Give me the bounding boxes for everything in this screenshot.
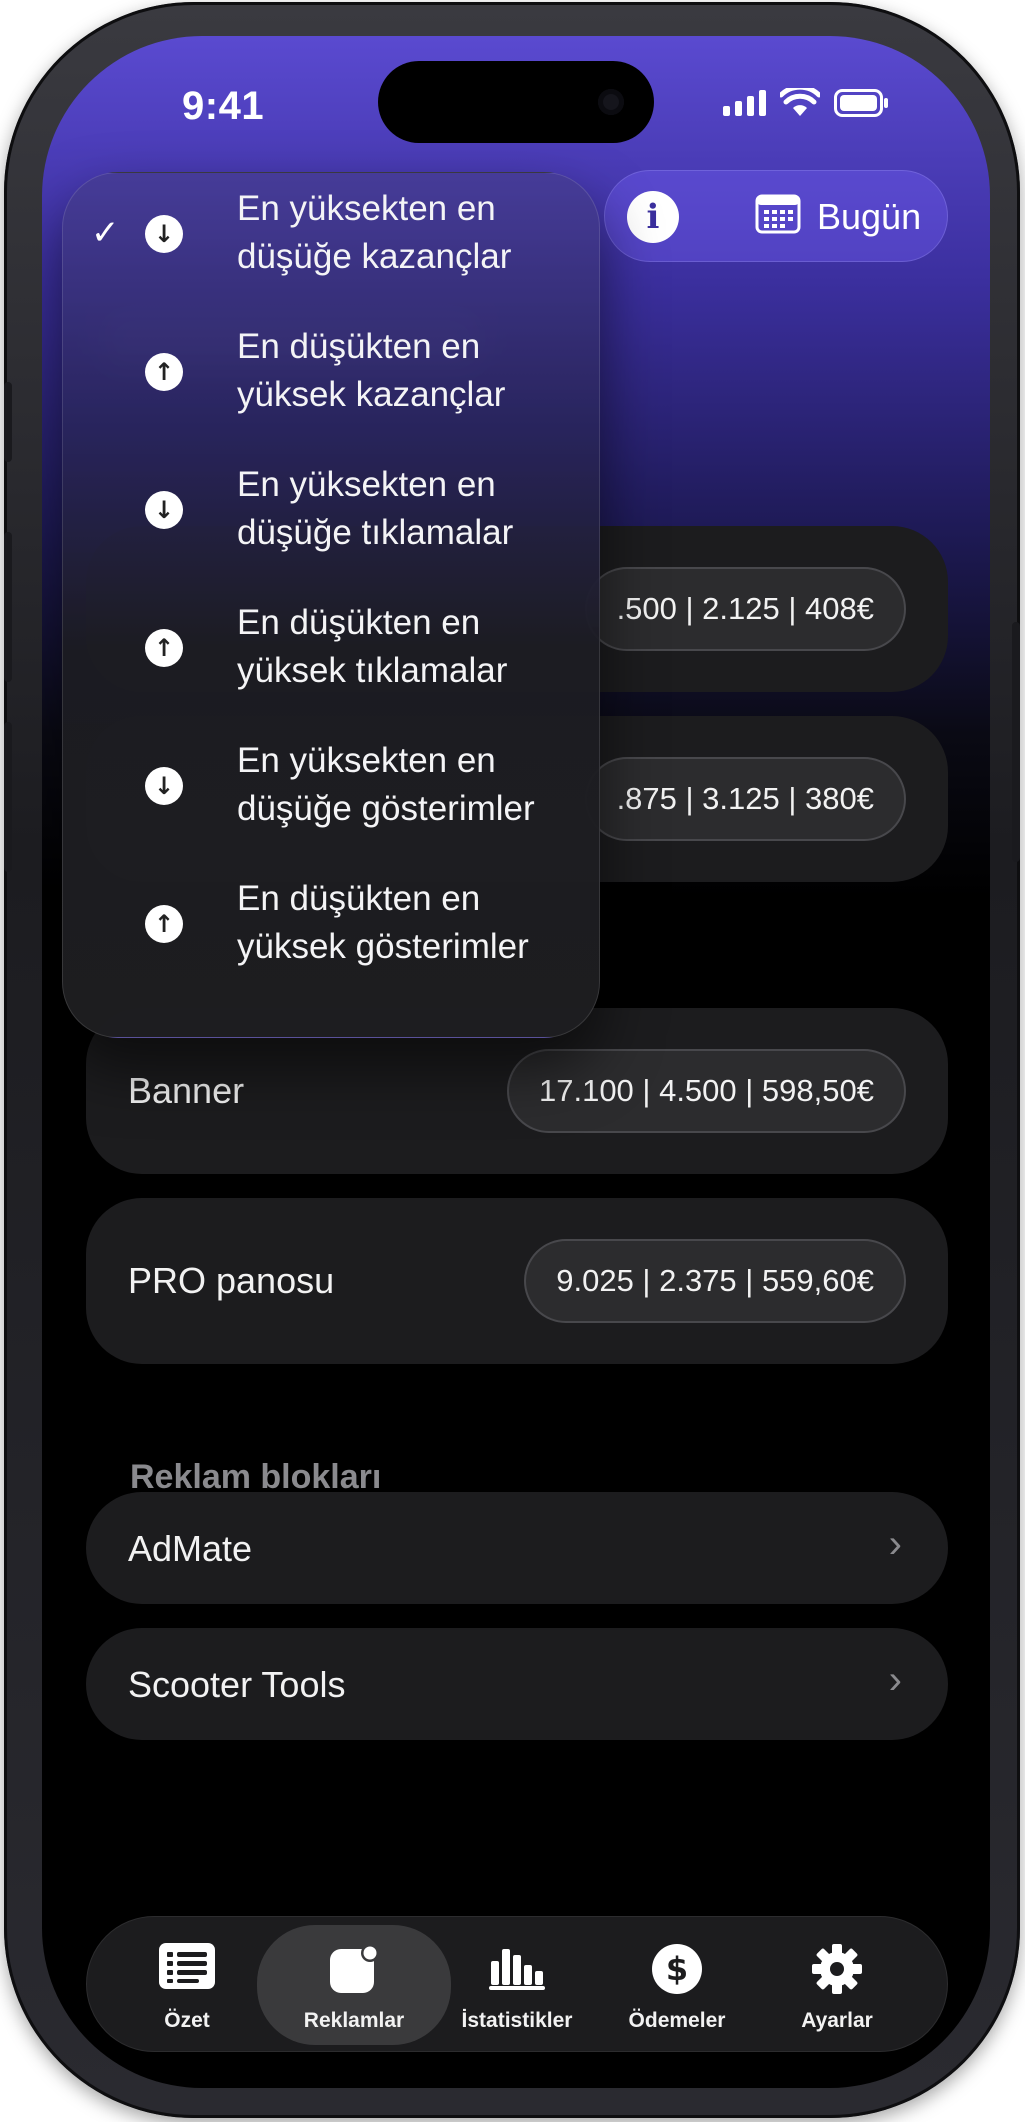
ad-block-label: AdMate [128,1528,253,1569]
sort-option-label: En düşükten en yüksek gösterimler [237,879,529,966]
ad-format-card-pro-panel[interactable]: PRO panosu 9.025 | 2.375 | 559,60€ [86,1198,948,1364]
tab-label: Ayarlar [801,2009,873,2032]
ad-format-stats: 9.025 | 2.375 | 559,60€ [524,1239,906,1323]
arrow-up-circle-icon: ↑ [145,629,183,667]
ad-format-stats: .500 | 2.125 | 408€ [584,567,906,651]
action-button [4,382,12,462]
date-picker-button[interactable]: Bugün [755,171,921,263]
sort-option-label: En düşükten en yüksek kazançlar [237,327,506,414]
sort-option-clicks-desc[interactable]: ↓ En yüksekten en düşüğe tıklamalar [63,449,601,587]
gear-icon [809,1943,865,1995]
header-controls: i Bugün [604,170,948,262]
sort-option-earnings-asc[interactable]: ↑ En düşükten en yüksek kazançlar [63,311,601,449]
battery-icon [834,89,890,117]
volume-down-button [4,722,12,872]
sort-option-earnings-desc[interactable]: ✓ ↓ En yüksekten en düşüğe kazançlar [63,173,601,311]
ad-format-stats: .875 | 3.125 | 380€ [584,757,906,841]
status-indicators [723,88,890,118]
sort-menu: ✓ ↓ En yüksekten en düşüğe kazançlar ↑ E… [62,172,600,1038]
tab-summary[interactable]: Özet [107,1925,267,2045]
tab-bar: Özet Reklamlar İstatistikler $ Ödemeler … [86,1916,948,2052]
tab-ads[interactable]: Reklamlar [257,1925,451,2045]
volume-up-button [4,532,12,682]
checkmark-icon: ✓ [91,213,120,253]
tab-label: İstatistikler [461,2009,573,2032]
power-button [1012,622,1020,862]
ad-format-stats: 17.100 | 4.500 | 598,50€ [506,1049,906,1133]
arrow-down-circle-icon: ↓ [145,767,183,805]
tab-settings[interactable]: Ayarlar [757,1925,917,2045]
sort-option-label: En yüksekten en düşüğe tıklamalar [237,465,514,552]
ad-block-row-scooter-tools[interactable]: Scooter Tools › [86,1628,948,1740]
dollar-icon: $ [649,1943,705,1995]
ads-icon [326,1943,382,1995]
sort-option-impressions-asc[interactable]: ↑ En düşükten en yüksek gösterimler [63,863,601,1001]
date-label: Bugün [817,196,922,237]
tab-label: Reklamlar [303,2009,405,2032]
arrow-down-circle-icon: ↓ [145,491,183,529]
tab-statistics[interactable]: İstatistikler [437,1925,597,2045]
ad-block-row-admate[interactable]: AdMate › [86,1492,948,1604]
ad-block-label: Scooter Tools [128,1664,346,1705]
bar-chart-icon [489,1943,545,1995]
sort-option-clicks-asc[interactable]: ↑ En düşükten en yüksek tıklamalar [63,587,601,725]
cellular-signal-icon [723,90,766,116]
tab-payments[interactable]: $ Ödemeler [597,1925,757,2045]
sort-option-impressions-desc[interactable]: ↓ En yüksekten en düşüğe gösterimler [63,725,601,863]
list-icon [159,1943,215,1995]
tab-label: Ödemeler [628,2009,726,2032]
chevron-right-icon: › [888,1522,902,1566]
sort-option-label: En yüksekten en düşüğe kazançlar [237,189,512,276]
wifi-icon [780,88,820,118]
calendar-icon [755,192,801,243]
ad-format-label: Banner [128,1070,245,1111]
camera-icon [598,89,624,115]
sort-option-label: En yüksekten en düşüğe gösterimler [237,741,535,828]
phone-frame: 9:41 i Bugün .500 | 2.125 | 408€ .875 | … [4,2,1020,2118]
status-time: 9:41 [182,84,265,128]
svg-text:$: $ [666,1950,688,1988]
arrow-up-circle-icon: ↑ [145,905,183,943]
screen: 9:41 i Bugün .500 | 2.125 | 408€ .875 | … [42,36,990,2088]
sort-option-label: En düşükten en yüksek tıklamalar [237,603,508,690]
arrow-down-circle-icon: ↓ [145,215,183,253]
arrow-up-circle-icon: ↑ [145,353,183,391]
chevron-right-icon: › [888,1658,902,1702]
info-button[interactable]: i [627,191,679,243]
tab-label: Özet [164,2009,210,2032]
dynamic-island [378,61,654,143]
ad-format-label: PRO panosu [128,1260,335,1301]
